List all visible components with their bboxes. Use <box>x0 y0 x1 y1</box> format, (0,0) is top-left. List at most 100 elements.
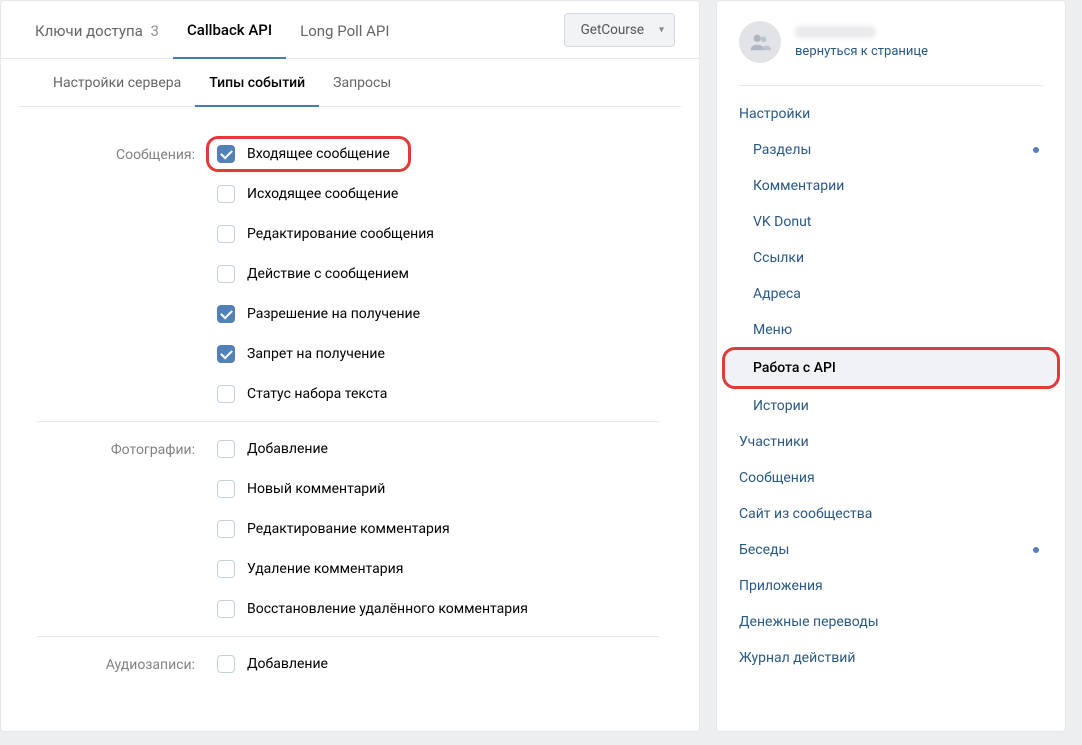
event-label: Редактирование комментария <box>247 521 450 537</box>
event-checkbox-row[interactable]: Добавление <box>217 440 528 458</box>
menu-item-label: Работа с API <box>753 360 836 376</box>
event-checkbox-row[interactable]: Входящее сообщение <box>217 145 434 163</box>
menu-item[interactable]: Журнал действий <box>717 640 1065 676</box>
notification-dot-icon <box>1033 147 1039 153</box>
menu-item-label: Меню <box>753 322 792 338</box>
community-header: вернуться к странице <box>717 1 1065 79</box>
group-items: Входящее сообщение Исходящее сообщение Ред… <box>217 145 434 403</box>
tab-longpoll-api[interactable]: Long Poll API <box>286 2 403 58</box>
checkbox-icon[interactable] <box>217 345 235 363</box>
checkbox-icon[interactable] <box>217 520 235 538</box>
menu-item-label: VK Donut <box>753 214 811 230</box>
menu-item[interactable]: Работа с API <box>725 350 1057 386</box>
menu-item[interactable]: Комментарии <box>717 168 1065 204</box>
event-label: Добавление <box>247 441 328 457</box>
menu-item[interactable]: Разделы <box>717 132 1065 168</box>
tab-access-keys[interactable]: Ключи доступа 3 <box>21 2 173 58</box>
checkbox-icon[interactable] <box>217 305 235 323</box>
event-label: Добавление <box>247 656 328 672</box>
event-checkbox-row[interactable]: Статус набора текста <box>217 385 434 403</box>
settings-menu: Настройки Разделы Комментарии VK Donut Ссылк… <box>717 90 1065 690</box>
menu-item-label: Беседы <box>739 542 789 558</box>
tab-label: Callback API <box>187 21 272 39</box>
subtab-requests[interactable]: Запросы <box>319 59 405 106</box>
event-checkbox-row[interactable]: Восстановление удалённого комментария <box>217 600 528 618</box>
checkbox-icon[interactable] <box>217 185 235 203</box>
event-checkbox-row[interactable]: Исходящее сообщение <box>217 185 434 203</box>
event-checkbox-row[interactable]: Редактирование сообщения <box>217 225 434 243</box>
menu-item[interactable]: Сайт из сообщества <box>717 496 1065 532</box>
event-checkbox-row[interactable]: Запрет на получение <box>217 345 434 363</box>
tab-label: Long Poll API <box>300 22 389 40</box>
menu-item-label: Ссылки <box>753 250 804 266</box>
event-group: Фотографии: Добавление Новый комментарий Ре… <box>37 422 659 637</box>
event-group: Сообщения:Входящее сообщение Исходящее со… <box>37 127 659 422</box>
event-group: Аудиозаписи: Добавление <box>37 637 659 691</box>
event-label: Восстановление удалённого комментария <box>247 601 528 617</box>
checkbox-icon[interactable] <box>217 385 235 403</box>
menu-item[interactable]: Истории <box>717 388 1065 424</box>
checkbox-icon[interactable] <box>217 480 235 498</box>
menu-item-label: Журнал действий <box>739 650 855 666</box>
menu-item-label: Приложения <box>739 578 823 594</box>
community-header-text: вернуться к странице <box>795 26 928 59</box>
checkbox-icon[interactable] <box>217 655 235 673</box>
menu-item[interactable]: Меню <box>717 312 1065 348</box>
menu-item[interactable]: Участники <box>717 424 1065 460</box>
subtab-event-types[interactable]: Типы событий <box>195 59 319 107</box>
event-checkbox-row[interactable]: Удаление комментария <box>217 560 528 578</box>
event-groups: Сообщения:Входящее сообщение Исходящее со… <box>1 107 699 731</box>
menu-item[interactable]: Беседы <box>717 532 1065 568</box>
menu-item-label: Участники <box>739 434 809 450</box>
tab-label: Ключи доступа <box>35 22 143 40</box>
menu-item[interactable]: Настройки <box>717 96 1065 132</box>
menu-item-label: Адреса <box>753 286 801 302</box>
event-checkbox-row[interactable]: Действие с сообщением <box>217 265 434 283</box>
menu-item-label: Комментарии <box>753 178 844 194</box>
menu-item[interactable]: Приложения <box>717 568 1065 604</box>
separator <box>739 85 1043 86</box>
subtab-server-settings[interactable]: Настройки сервера <box>39 59 195 106</box>
event-label: Исходящее сообщение <box>247 186 398 202</box>
event-label: Новый комментарий <box>247 481 385 497</box>
event-checkbox-row[interactable]: Разрешение на получение <box>217 305 434 323</box>
menu-item[interactable]: Адреса <box>717 276 1065 312</box>
checkbox-icon[interactable] <box>217 265 235 283</box>
back-to-page-link[interactable]: вернуться к странице <box>795 44 928 59</box>
event-label: Запрет на получение <box>247 346 385 362</box>
community-avatar-icon <box>739 21 781 63</box>
group-items: Добавление <box>217 655 328 673</box>
event-checkbox-row[interactable]: Добавление <box>217 655 328 673</box>
checkbox-icon[interactable] <box>217 600 235 618</box>
menu-item-label: Денежные переводы <box>739 614 879 630</box>
side-panel: вернуться к странице Настройки Разделы Ком… <box>716 0 1066 732</box>
menu-item-label: Настройки <box>739 106 810 122</box>
menu-item-label: Сайт из сообщества <box>739 506 872 522</box>
checkbox-icon[interactable] <box>217 225 235 243</box>
checkbox-icon[interactable] <box>217 145 235 163</box>
highlight-annotation: Входящее сообщение <box>206 136 411 172</box>
menu-item[interactable]: Ссылки <box>717 240 1065 276</box>
community-name-redacted <box>795 26 875 38</box>
menu-item[interactable]: Сообщения <box>717 460 1065 496</box>
tab-callback-api[interactable]: Callback API <box>173 1 286 59</box>
menu-item[interactable]: VK Donut <box>717 204 1065 240</box>
event-label: Удаление комментария <box>247 561 403 577</box>
checkbox-icon[interactable] <box>217 560 235 578</box>
main-panel: Ключи доступа 3 Callback API Long Poll A… <box>0 0 700 732</box>
group-label: Аудиозаписи: <box>37 655 217 673</box>
group-label: Сообщения: <box>37 145 217 403</box>
event-label: Разрешение на получение <box>247 306 420 322</box>
menu-item[interactable]: Денежные переводы <box>717 604 1065 640</box>
chevron-down-icon: ▾ <box>659 24 664 35</box>
subtabs: Настройки сервера Типы событий Запросы <box>19 59 681 107</box>
tab-count: 3 <box>151 22 159 40</box>
top-tabs: Ключи доступа 3 Callback API Long Poll A… <box>1 1 699 59</box>
dropdown-value: GetCourse <box>581 22 644 38</box>
notification-dot-icon <box>1033 547 1039 553</box>
checkbox-icon[interactable] <box>217 440 235 458</box>
server-dropdown[interactable]: GetCourse ▾ <box>564 13 675 47</box>
event-checkbox-row[interactable]: Редактирование комментария <box>217 520 528 538</box>
event-checkbox-row[interactable]: Новый комментарий <box>217 480 528 498</box>
group-label: Фотографии: <box>37 440 217 618</box>
